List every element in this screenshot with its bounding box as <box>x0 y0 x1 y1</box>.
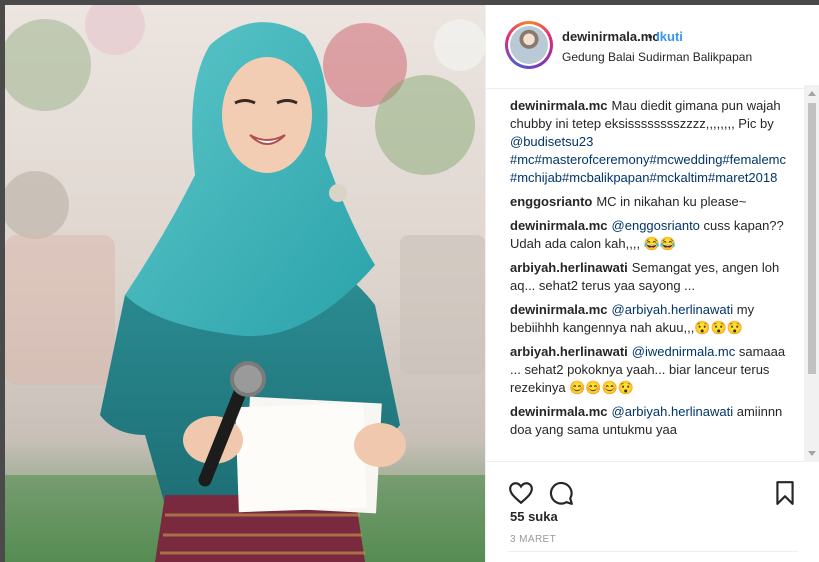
heart-icon[interactable] <box>508 480 534 506</box>
comments-scrollbar[interactable] <box>804 85 819 462</box>
mention-link[interactable]: @budisetsu23 <box>510 134 593 149</box>
comment-item: enggosrianto MC in nikahan ku please~ <box>510 193 792 211</box>
follow-label[interactable]: Ikuti <box>656 29 683 44</box>
post-date[interactable]: 3 MARET <box>510 534 556 545</box>
comment-item: dewinirmala.mc Mau diedit gimana pun waja… <box>510 97 792 187</box>
comment-username-link[interactable]: dewinirmala.mc <box>510 218 608 233</box>
comment-username-link[interactable]: arbiyah.herlinawati <box>510 260 628 275</box>
scrollbar-thumb[interactable] <box>808 103 816 374</box>
bookmark-icon[interactable] <box>772 480 798 506</box>
comment-text: MC in nikahan ku please~ <box>596 194 747 209</box>
comment-item: arbiyah.herlinawati Semangat yes, angen l… <box>510 259 792 295</box>
likes-count[interactable]: 55 suka <box>510 509 558 524</box>
post-image-illustration <box>5 5 485 562</box>
comment-username-link[interactable]: dewinirmala.mc <box>510 98 608 113</box>
mention-link[interactable]: @iwednirmala.mc <box>632 344 736 359</box>
comment-username-link[interactable]: enggosrianto <box>510 194 592 209</box>
mention-link[interactable]: @arbiyah.herlinawati <box>612 404 734 419</box>
hashtag-link[interactable]: #mc#masterofceremony#mcwedding#femalemc#… <box>510 152 786 185</box>
post-photo[interactable] <box>5 5 485 562</box>
comment-item: dewinirmala.mc @arbiyah.herlinawati my be… <box>510 301 792 337</box>
comment-item: dewinirmala.mc @enggosrianto cuss kapan??… <box>510 217 792 253</box>
username-link[interactable]: dewinirmala.mc <box>562 29 660 44</box>
comment-username-link[interactable]: dewinirmala.mc <box>510 404 608 419</box>
location-link[interactable]: Gedung Balai Sudirman Balikpapan <box>562 50 752 64</box>
comment-item: dewinirmala.mc @arbiyah.herlinawati amiin… <box>510 403 792 439</box>
follow-separator: • <box>648 29 653 44</box>
comment-item: arbiyah.herlinawati @iwednirmala.mc samaa… <box>510 343 792 397</box>
comment-username-link[interactable]: arbiyah.herlinawati <box>510 344 628 359</box>
scroll-up-arrow-icon[interactable] <box>808 91 816 96</box>
follow-button[interactable]: • Ikuti <box>648 29 683 44</box>
comment-bubble-icon[interactable] <box>548 480 574 506</box>
avatar-frame <box>508 24 550 66</box>
avatar-image <box>510 26 548 64</box>
avatar[interactable] <box>505 21 553 69</box>
post-header: dewinirmala.mc • Ikuti Gedung Balai Sudi… <box>486 5 819 89</box>
scroll-down-arrow-icon[interactable] <box>808 451 816 456</box>
comments-list[interactable]: dewinirmala.mc Mau diedit gimana pun waja… <box>510 97 792 459</box>
comment-username-link[interactable]: dewinirmala.mc <box>510 302 608 317</box>
post-detail-panel: dewinirmala.mc • Ikuti Gedung Balai Sudi… <box>485 5 819 562</box>
mention-link[interactable]: @enggosrianto <box>612 218 700 233</box>
divider <box>508 551 798 552</box>
mention-link[interactable]: @arbiyah.herlinawati <box>612 302 734 317</box>
